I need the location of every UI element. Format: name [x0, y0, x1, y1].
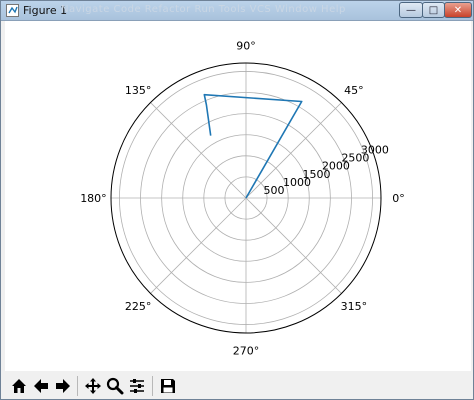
angle-tick-label: 180°: [80, 192, 107, 205]
zoom-button[interactable]: [105, 375, 125, 397]
radial-tick-label: 500: [263, 184, 284, 197]
angle-tick-label: 225°: [125, 300, 152, 313]
angle-tick-label: 270°: [233, 345, 260, 358]
zoom-icon: [106, 377, 124, 395]
back-arrow-icon: [34, 379, 48, 393]
forward-arrow-icon: [56, 379, 70, 393]
toolbar-separator: [152, 376, 153, 396]
close-icon: ✕: [453, 4, 463, 16]
pan-button[interactable]: [83, 375, 103, 397]
figure-canvas[interactable]: 0° 45° 90° 135° 180° 225° 270° 315° 500 1000 1500 2…: [5, 21, 471, 371]
toolbar-separator: [77, 376, 78, 396]
app-icon: [6, 4, 19, 17]
pan-icon: [85, 378, 101, 394]
angle-tick-label: 135°: [125, 84, 152, 97]
save-button[interactable]: [158, 375, 178, 397]
configure-subplots-icon: [130, 379, 144, 393]
minimize-icon: —: [406, 4, 416, 16]
forward-button[interactable]: [53, 375, 73, 397]
polar-plot[interactable]: 0°45°90°135°180°225°270°315°500100015002…: [5, 21, 471, 371]
angular-gridline: [150, 197, 247, 294]
angle-tick-label: 0°: [392, 192, 405, 205]
home-button[interactable]: [9, 375, 29, 397]
angular-gridline: [245, 197, 342, 294]
background-menu-text: Navigate Code Refactor Run Tools VCS Win…: [61, 4, 346, 15]
figure-window: Figure 1 Navigate Code Refactor Run Tool…: [0, 0, 474, 400]
angle-tick-label: 90°: [236, 39, 256, 52]
close-button[interactable]: ✕: [444, 2, 472, 18]
radial-tick-label: 3000: [361, 144, 389, 157]
back-button[interactable]: [31, 375, 51, 397]
configure-subplots-button[interactable]: [127, 375, 147, 397]
navigation-toolbar: [5, 373, 471, 399]
maximize-icon: □: [428, 4, 439, 16]
title-bar[interactable]: Figure 1 Navigate Code Refactor Run Tool…: [1, 1, 473, 21]
angle-tick-label: 45°: [344, 84, 364, 97]
angular-gridline: [150, 102, 247, 199]
home-icon: [12, 379, 26, 393]
maximize-button[interactable]: □: [422, 2, 445, 18]
label-layer: 0°45°90°135°180°225°270°315°500100015002…: [80, 39, 405, 357]
minimize-button[interactable]: —: [399, 2, 423, 18]
save-icon: [161, 379, 175, 393]
angle-tick-label: 315°: [341, 300, 368, 313]
